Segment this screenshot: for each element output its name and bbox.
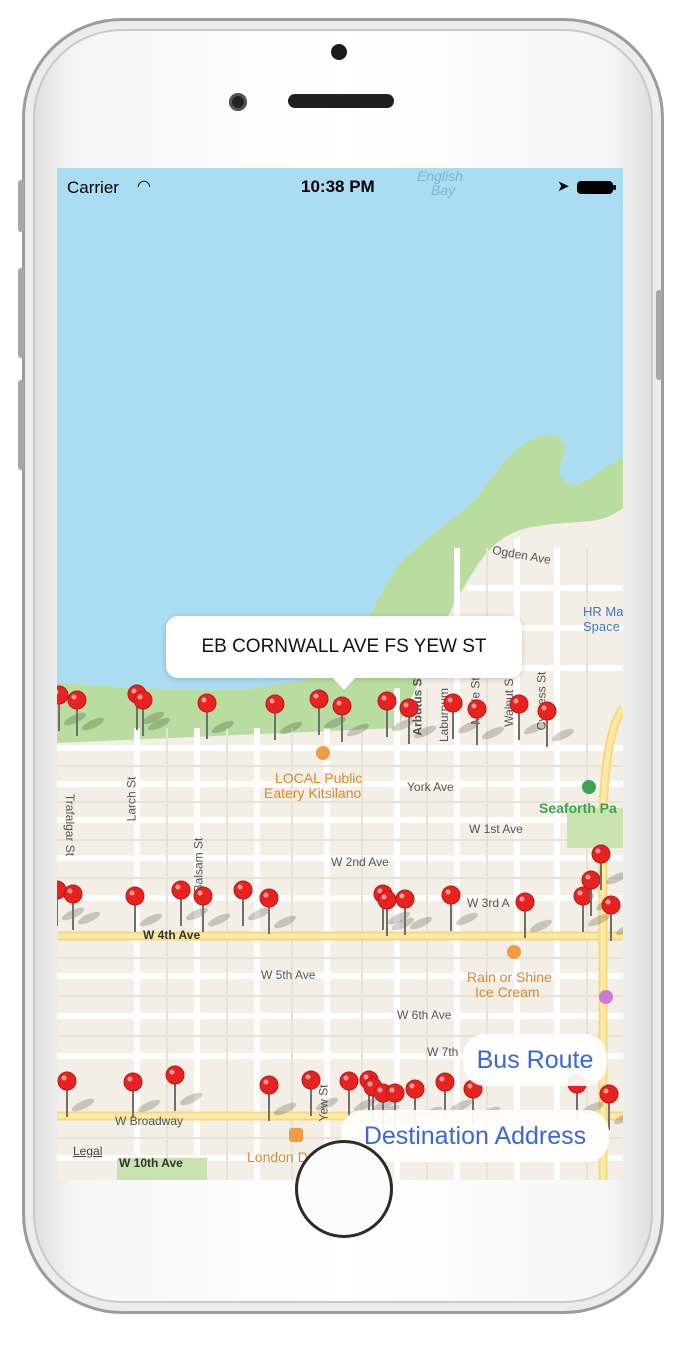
carrier-label: Carrier (67, 178, 119, 197)
wifi-icon: ◠ (137, 178, 151, 195)
bus-stop-pin[interactable] (165, 1065, 204, 1111)
bus-stop-pin[interactable] (301, 1070, 340, 1116)
bus-stop-pin[interactable] (441, 885, 480, 931)
stop-callout[interactable]: EB CORNWALL AVE FS YEW ST (166, 616, 522, 678)
battery-icon (577, 181, 616, 194)
bus-stop-pin[interactable] (133, 690, 172, 736)
earpiece-speaker (288, 94, 394, 108)
location-arrow-icon: ➤ (557, 178, 570, 195)
bus-stop-pin[interactable] (63, 884, 102, 930)
destination-address-button[interactable]: Destination Address (341, 1110, 609, 1162)
bus-stop-pin[interactable] (515, 892, 554, 938)
bus-stop-pin[interactable] (123, 1072, 162, 1118)
clock: 10:38 PM (301, 177, 375, 196)
bus-stop-pin[interactable] (67, 690, 106, 736)
bus-stop-pin[interactable] (259, 1075, 298, 1121)
bus-stop-pin[interactable] (265, 694, 304, 740)
volume-up-button (18, 268, 24, 358)
power-button (656, 290, 662, 380)
bus-stop-pin[interactable] (57, 1071, 96, 1117)
volume-down-button (18, 380, 24, 470)
mute-switch (18, 180, 24, 232)
screen: English Bay Ogden Ave HR Ma Space Arbutu… (57, 168, 623, 1180)
bus-route-button[interactable]: Bus Route (463, 1034, 607, 1086)
status-bar: Carrier ◠ 10:38 PM ➤ (57, 168, 623, 204)
front-camera (229, 93, 247, 111)
bus-stop-pin[interactable] (125, 886, 164, 932)
home-button[interactable] (295, 1140, 393, 1238)
proximity-sensor (331, 44, 347, 60)
callout-pointer (331, 676, 357, 690)
bus-stop-pin[interactable] (197, 693, 236, 739)
